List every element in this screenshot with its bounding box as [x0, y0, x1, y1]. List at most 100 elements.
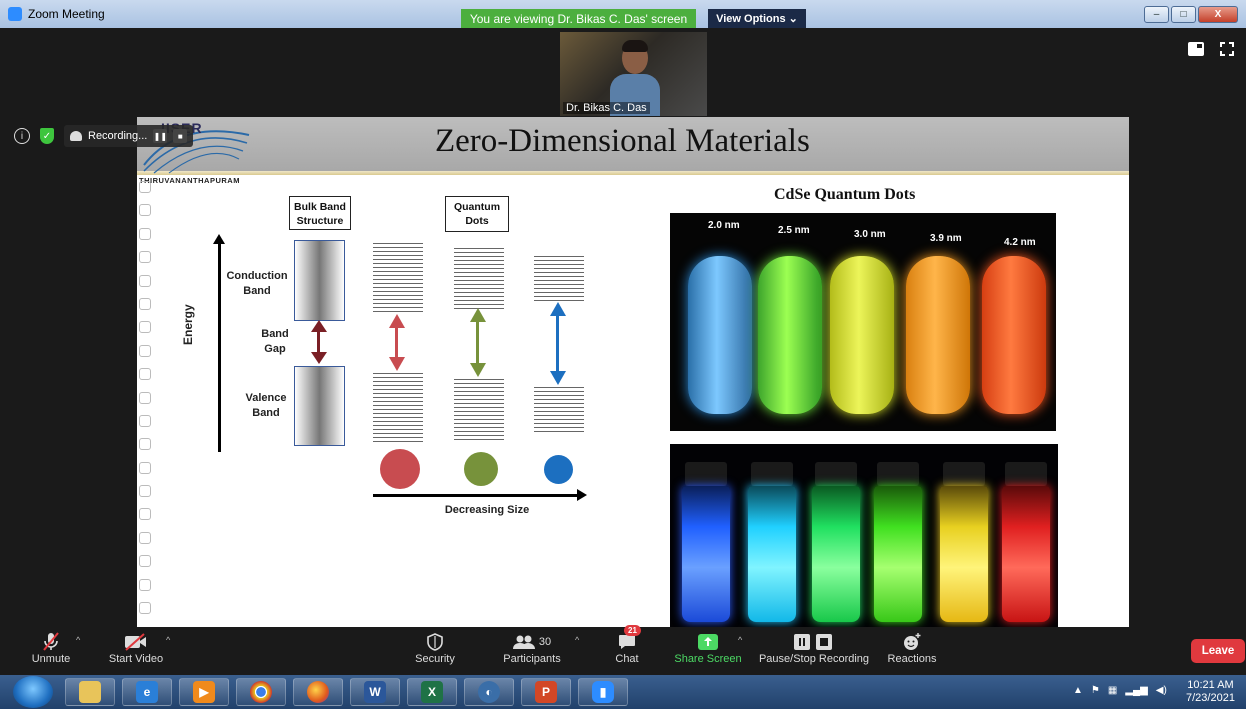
decreasing-size-arrow — [373, 494, 578, 497]
recording-label: Recording... — [88, 130, 148, 142]
chat-unread-badge: 21 — [624, 625, 641, 636]
close-icon[interactable]: X — [1198, 6, 1238, 23]
participant-video[interactable]: Dr. Bikas C. Das — [560, 32, 707, 116]
checkbox[interactable] — [139, 461, 151, 474]
chat-button[interactable]: 21 Chat — [610, 625, 644, 665]
logo-subtext: THIRUVANANTHAPURAM — [139, 176, 240, 185]
view-controls — [1188, 42, 1234, 56]
size-label: 2.0 nm — [708, 220, 740, 231]
conduction-band-label: Conduction Band — [226, 270, 288, 297]
recording-controls-icon — [758, 631, 870, 653]
show-hidden-icons[interactable]: ▲ — [1073, 685, 1083, 696]
action-center-icon[interactable]: ⚑ — [1091, 685, 1100, 696]
security-label: Security — [415, 653, 455, 665]
view-options-button[interactable]: View Options ⌄ — [708, 9, 806, 28]
unmute-button[interactable]: Unmute — [28, 631, 74, 665]
windows-taskbar: e ▶ W X ◐ P ▮ ▲ ⚑ ▦ ▂▄▆ ◀) 10:21 AM 7/23… — [0, 675, 1246, 709]
checkbox[interactable] — [139, 602, 151, 615]
security-button[interactable]: Security — [412, 631, 458, 665]
start-video-label: Start Video — [108, 653, 164, 665]
cloud-record-icon — [70, 131, 82, 141]
network-icon[interactable]: ▦ — [1108, 685, 1117, 696]
size-label: 2.5 nm — [778, 225, 810, 236]
chat-icon: 21 — [610, 625, 644, 653]
excel-icon[interactable]: X — [407, 678, 457, 706]
green-tube — [758, 256, 822, 414]
checkbox[interactable] — [139, 414, 151, 427]
participants-button[interactable]: 30 Participants — [500, 631, 564, 665]
qd-small-conduction-levels — [534, 256, 584, 302]
leave-button[interactable]: Leave — [1191, 639, 1245, 663]
participants-options-caret[interactable]: ^ — [575, 635, 579, 645]
volume-icon[interactable]: ◀) — [1156, 685, 1167, 696]
participants-icon: 30 — [500, 631, 564, 653]
layout-icon[interactable] — [1188, 42, 1204, 56]
start-button[interactable] — [13, 676, 53, 708]
checkbox[interactable] — [139, 297, 151, 310]
reactions-button[interactable]: Reactions — [886, 631, 938, 665]
band-gap-label: Band Gap — [261, 328, 289, 355]
stop-recording-icon[interactable]: ■ — [173, 129, 188, 143]
checkbox[interactable] — [139, 531, 151, 544]
checkbox[interactable] — [139, 438, 151, 451]
share-options-caret[interactable]: ^ — [738, 635, 742, 645]
unmute-label: Unmute — [31, 653, 71, 665]
chrome-icon[interactable] — [236, 678, 286, 706]
slide-header-rule — [137, 171, 1129, 175]
file-explorer-icon[interactable] — [65, 678, 115, 706]
checkbox[interactable] — [139, 508, 151, 521]
annotation-checkboxes — [139, 181, 153, 625]
maximize-icon[interactable]: □ — [1171, 6, 1196, 23]
clock-time: 10:21 AM — [1187, 679, 1234, 691]
red-gap-arrow-bottom — [389, 357, 405, 371]
checkbox[interactable] — [139, 204, 151, 217]
system-clock[interactable]: 10:21 AM 7/23/2021 — [1186, 679, 1235, 705]
share-screen-button[interactable]: Share Screen — [674, 631, 742, 665]
qd-small-valence-levels — [534, 387, 584, 433]
qd-large-valence-levels — [373, 373, 423, 443]
audio-options-caret[interactable]: ^ — [76, 635, 80, 645]
pause-stop-recording-button[interactable]: Pause/Stop Recording — [758, 631, 870, 665]
checkbox[interactable] — [139, 274, 151, 287]
checkbox[interactable] — [139, 227, 151, 240]
checkbox[interactable] — [139, 578, 151, 591]
participant-name: Dr. Bikas C. Das — [563, 102, 650, 114]
meeting-toolbar: Unmute ^ Start Video ^ Security 30 Parti… — [0, 625, 1246, 675]
share-banner: You are viewing Dr. Bikas C. Das' screen — [461, 9, 696, 28]
minimize-icon[interactable]: – — [1144, 6, 1169, 23]
checkbox[interactable] — [139, 251, 151, 264]
checkbox[interactable] — [139, 485, 151, 498]
app-icon[interactable]: ◐ — [464, 678, 514, 706]
pause-recording-icon[interactable]: ❚❚ — [153, 129, 168, 143]
media-player-icon[interactable]: ▶ — [179, 678, 229, 706]
vial-yellow — [940, 462, 988, 622]
blue-gap-arrow-bottom — [550, 371, 566, 385]
window-title: Zoom Meeting — [28, 7, 105, 21]
checkbox[interactable] — [139, 344, 151, 357]
slide-title: Zero-Dimensional Materials — [435, 123, 810, 159]
firefox-icon[interactable] — [293, 678, 343, 706]
zoom-icon[interactable]: ▮ — [578, 678, 628, 706]
checkbox[interactable] — [139, 391, 151, 404]
zoom-app-icon — [8, 7, 22, 21]
checkbox[interactable] — [139, 181, 151, 193]
info-icon[interactable]: i — [14, 128, 30, 144]
internet-explorer-icon[interactable]: e — [122, 678, 172, 706]
video-options-caret[interactable]: ^ — [166, 635, 170, 645]
fullscreen-icon[interactable] — [1220, 42, 1234, 56]
checkbox[interactable] — [139, 555, 151, 568]
blue-gap-arrow-top — [550, 302, 566, 316]
cdse-vials-photo — [670, 444, 1058, 627]
word-icon[interactable]: W — [350, 678, 400, 706]
quantum-dots-box: Quantum Dots — [445, 196, 509, 232]
signal-icon[interactable]: ▂▄▆ — [1125, 685, 1147, 696]
qd-medium-valence-levels — [454, 379, 504, 441]
chevron-down-icon: ⌄ — [788, 13, 798, 25]
start-video-button[interactable]: Start Video — [106, 631, 166, 665]
encryption-shield-icon[interactable]: ✓ — [40, 128, 54, 144]
checkbox[interactable] — [139, 321, 151, 334]
checkbox[interactable] — [139, 368, 151, 381]
shared-slide: IISER THIRUVANANTHAPURAM Zero-Dimensiona… — [137, 117, 1129, 627]
powerpoint-icon[interactable]: P — [521, 678, 571, 706]
reactions-icon — [886, 631, 938, 653]
